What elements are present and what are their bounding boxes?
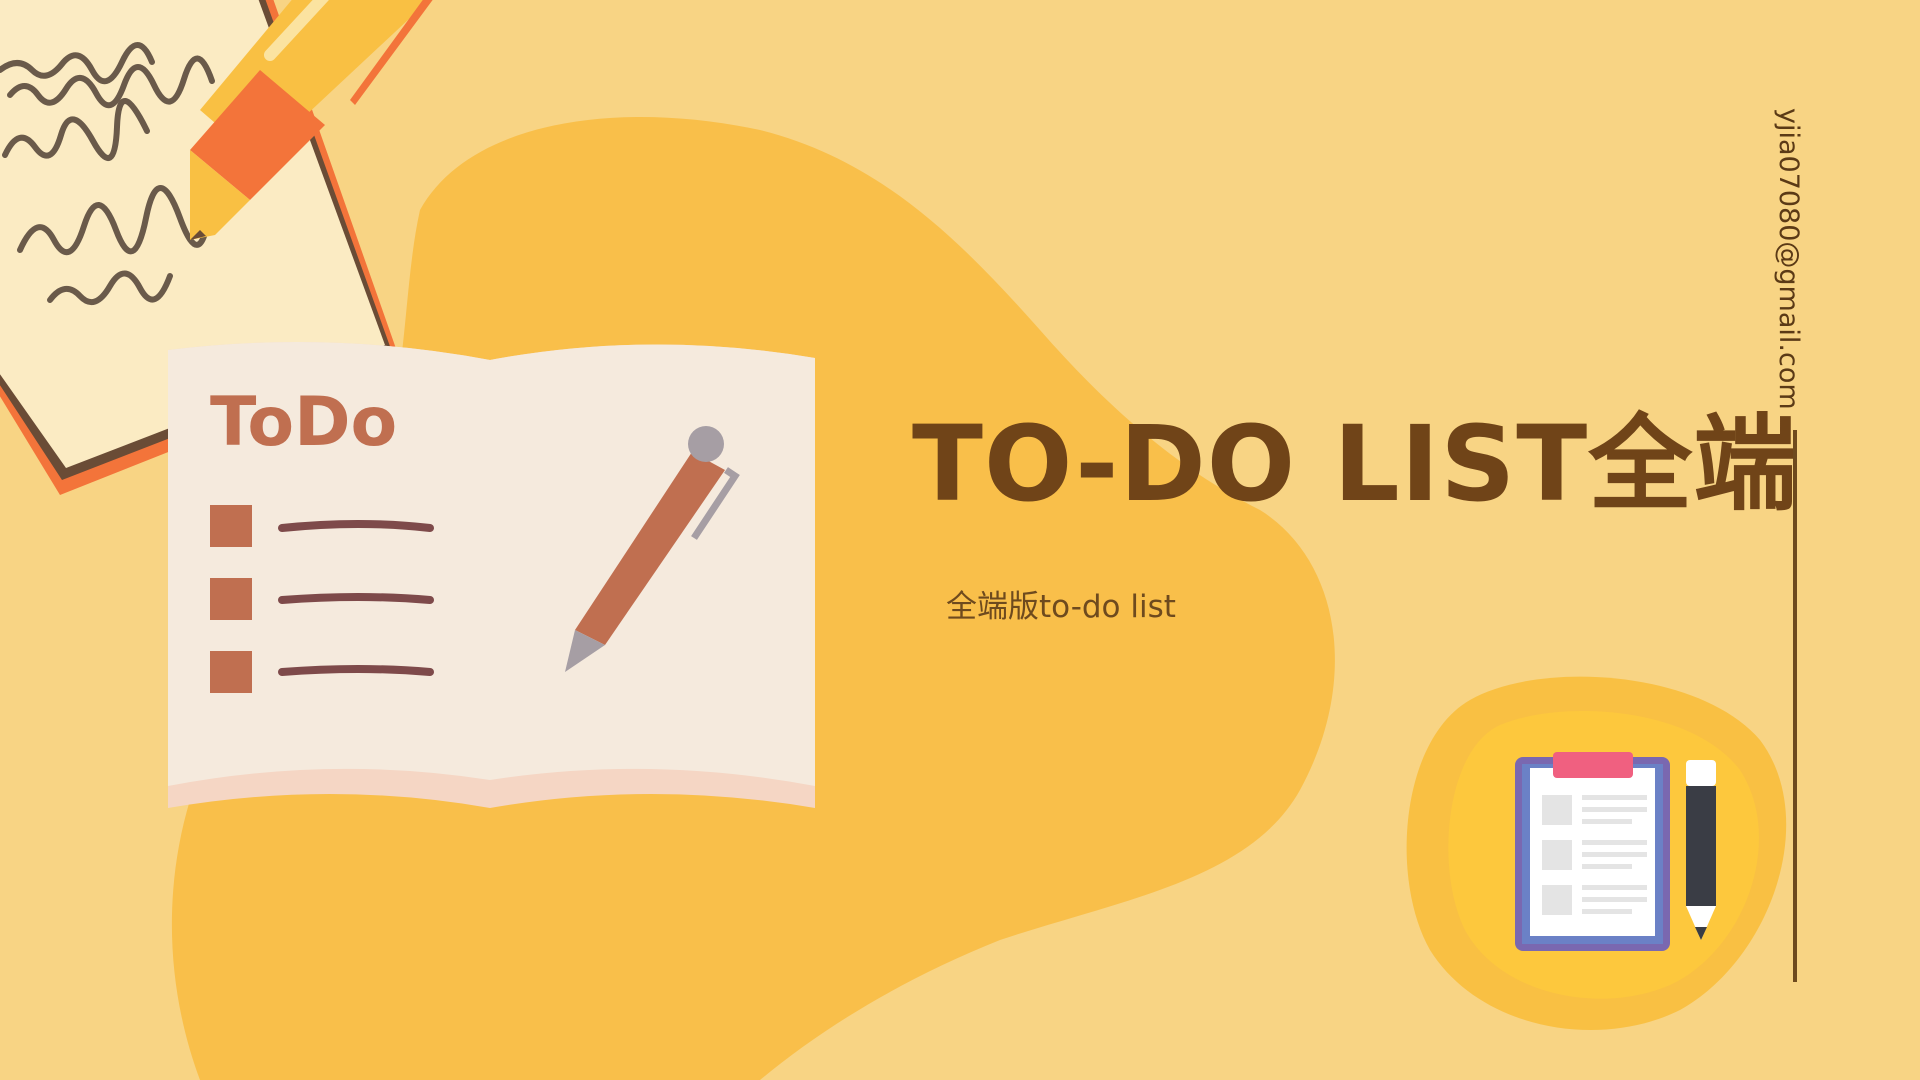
page-title: TO-DO LIST全端 [912,403,1799,525]
pencil-icon [1686,760,1716,940]
notebook-label: ToDo [210,383,397,462]
clipboard-icon [1406,676,1787,1030]
page-subtitle: 全端版to-do list [946,589,1176,625]
notebook-label-svg: ToDo [210,383,397,462]
slide-background [0,0,1787,1080]
contact-email: yjia07080@gmail.com [1773,108,1804,410]
vertical-divider [1793,430,1797,982]
